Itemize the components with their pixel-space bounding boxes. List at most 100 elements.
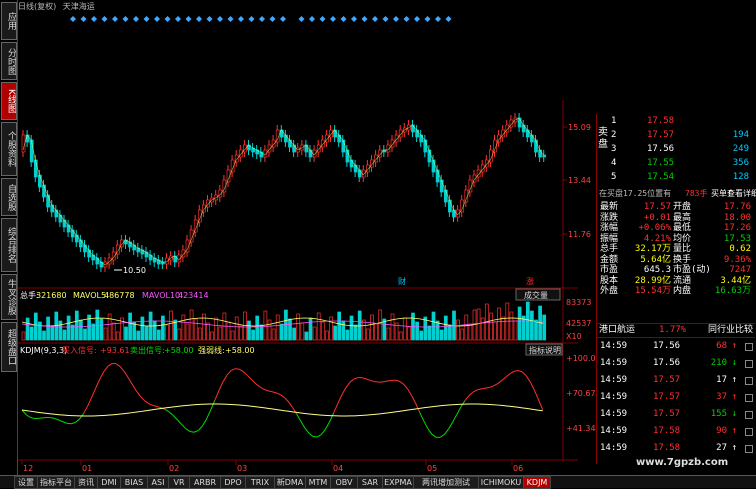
signal-diamond: [383, 16, 389, 22]
signal-diamond: [309, 16, 315, 22]
volume-bar: [391, 314, 394, 340]
kdj-segment: [198, 426, 202, 430]
signal-diamond: [446, 16, 452, 22]
kdj-segment: [194, 430, 198, 432]
time-axis-label: 12: [23, 464, 33, 473]
signal-diamond: [259, 16, 265, 22]
sidebar-tab-1[interactable]: 分时图: [1, 42, 17, 80]
kdj-segment: [51, 418, 55, 419]
sidebar-tab-0[interactable]: 应用: [1, 2, 17, 40]
quote-key: 最低: [673, 223, 691, 234]
quote-key: 外盘: [600, 286, 618, 297]
volume-bar: [371, 315, 374, 340]
volume-bar: [190, 310, 193, 340]
kdj-segment: [432, 434, 436, 437]
signal-diamond: [249, 16, 255, 22]
indicator-tab-新dma[interactable]: 新DMA: [274, 476, 306, 489]
volume-bar: [219, 327, 222, 340]
indicator-tab-mtm[interactable]: MTM: [305, 476, 331, 489]
volume-bar: [182, 315, 185, 340]
tick-checkbox[interactable]: [745, 377, 753, 385]
quote-value: +0.06%: [638, 223, 671, 234]
indicator-tab-dmi[interactable]: DMI: [97, 476, 121, 489]
volume-bar: [239, 326, 242, 340]
indicator-tab-ichimoku[interactable]: ICHIMOKU: [478, 476, 524, 489]
indicator-tab-asi[interactable]: ASI: [147, 476, 169, 489]
indicator-tab-dpo[interactable]: DPO: [220, 476, 246, 489]
sidebar-tab-5[interactable]: 综合排名: [1, 218, 17, 272]
tick-checkbox[interactable]: [745, 394, 753, 402]
volume-bar: [166, 325, 169, 340]
volume-bar: [100, 319, 103, 340]
volume-bar: [235, 317, 238, 340]
tick-time: 14:59: [600, 442, 627, 455]
quote-key: 涨跌: [600, 213, 618, 224]
tick-checkbox[interactable]: [745, 428, 753, 436]
tick-volume: 37: [716, 391, 727, 404]
kdj-segment: [420, 412, 424, 421]
indicator-tab-trix[interactable]: TRIX: [245, 476, 275, 489]
kdj-segment: [239, 369, 243, 371]
indicator-tab-kdjm[interactable]: KDJM: [523, 476, 551, 489]
ask-row: 117.58: [597, 115, 755, 128]
sidebar-tab-4[interactable]: 自选股: [1, 178, 17, 216]
sidebar-tab-7[interactable]: 超级盘口: [1, 322, 17, 372]
kdj-segment: [453, 415, 457, 423]
volume-bar: [428, 326, 431, 340]
indicator-tab-设置[interactable]: 设置: [14, 476, 38, 489]
kdj-segment: [289, 402, 293, 408]
strong-line-label: 强弱线:: [198, 345, 225, 355]
tick-checkbox[interactable]: [745, 445, 753, 453]
indicator-tab-obv[interactable]: OBV: [330, 476, 358, 489]
kdj-segment: [256, 384, 260, 387]
volume-bar: [272, 329, 275, 340]
sell-signal-label: 卖出信号:: [130, 345, 165, 355]
volume-bar: [43, 331, 46, 340]
volume-bar: [157, 330, 160, 340]
kdj-segment: [166, 410, 170, 413]
ask-volume: 194: [733, 129, 749, 142]
indicator-tab-vr[interactable]: VR: [168, 476, 190, 489]
tick-checkbox[interactable]: [745, 360, 753, 368]
tick-checkbox[interactable]: [745, 343, 753, 351]
kdj-segment: [137, 392, 141, 397]
signal-diamond: [425, 16, 431, 22]
sidebar-tab-2[interactable]: K线图: [1, 82, 17, 120]
volume-bar: [129, 313, 132, 340]
indicator-tab-两讯增加测试ccc[interactable]: 两讯增加测试CCC: [413, 476, 479, 489]
tick-checkbox[interactable]: [745, 411, 753, 419]
quote-key: 均价: [673, 234, 691, 245]
quote-value: 4.21%: [644, 234, 671, 245]
kdj-segment: [342, 388, 346, 395]
indicator-tab-expma[interactable]: EXPMA: [382, 476, 414, 489]
quote-key: 涨幅: [600, 223, 618, 234]
indicator-tab-bias[interactable]: BIAS: [120, 476, 148, 489]
signal-diamond: [404, 16, 410, 22]
ask-row: 417.55356: [597, 157, 755, 170]
volume-bar: [342, 321, 345, 340]
volume-bar: [243, 312, 246, 340]
signal-diamond: [362, 16, 368, 22]
sidebar-tab-6[interactable]: 牛叉诊股: [1, 274, 17, 320]
sidebar-tab-3[interactable]: 个股资料: [1, 122, 17, 176]
indicator-tab-sar[interactable]: SAR: [357, 476, 383, 489]
indicator-tab-指标平台[interactable]: 指标平台: [37, 476, 75, 489]
kdj-segment: [387, 380, 391, 381]
ask-volume: 249: [733, 143, 749, 156]
sell-signal-value: +58.00: [164, 346, 194, 355]
signal-diamond: [393, 16, 399, 22]
indicator-tab-arbr[interactable]: ARBR: [189, 476, 221, 489]
kdj-segment: [481, 388, 485, 389]
industry-name[interactable]: 港口航运: [599, 324, 635, 337]
view-detail-button[interactable]: 查看详细: [727, 187, 756, 200]
indicator-tab-资讯[interactable]: 资讯: [74, 476, 98, 489]
kdj-segment: [518, 371, 522, 372]
kline-chart[interactable]: 15.0913.4411.7610.50财涨总手:321680MAVOL5:48…: [18, 0, 596, 475]
tick-row: 14:5917.56210↓: [597, 357, 755, 370]
industry-compare-button[interactable]: 同行业比较: [708, 324, 753, 337]
volume-bar: [334, 326, 337, 340]
kdj-segment: [38, 418, 42, 419]
kdj-segment: [485, 387, 489, 388]
indicator-axis-label: +100.0: [566, 354, 596, 363]
kdj-segment: [305, 428, 309, 433]
